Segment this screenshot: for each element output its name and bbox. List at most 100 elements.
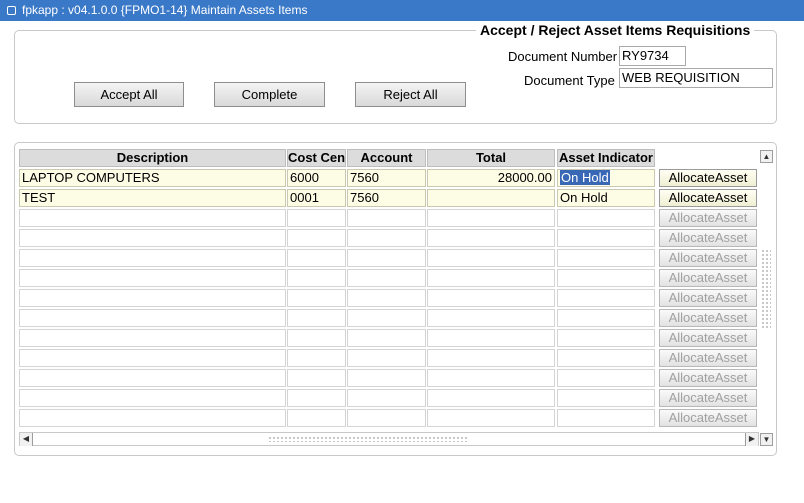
column-header-account: Account <box>347 149 426 167</box>
accept-all-button[interactable]: Accept All <box>74 82 184 107</box>
allocate-asset-button[interactable]: AllocateAsset <box>659 369 757 387</box>
cell-description[interactable] <box>19 369 286 387</box>
allocate-asset-button[interactable]: AllocateAsset <box>659 209 757 227</box>
cell-description[interactable] <box>19 289 286 307</box>
allocate-asset-button[interactable]: AllocateAsset <box>659 249 757 267</box>
cell-account[interactable] <box>347 289 426 307</box>
cell-asset-indicator[interactable] <box>557 349 655 367</box>
cell-asset-indicator[interactable] <box>557 249 655 267</box>
cell-cost-centre[interactable] <box>287 249 346 267</box>
cell-total[interactable] <box>427 329 555 347</box>
cell-total[interactable] <box>427 229 555 247</box>
allocate-asset-button[interactable]: AllocateAsset <box>659 329 757 347</box>
allocate-asset-button[interactable]: AllocateAsset <box>659 289 757 307</box>
cell-total[interactable] <box>427 249 555 267</box>
cell-cost-centre[interactable] <box>287 389 346 407</box>
cell-description[interactable] <box>19 209 286 227</box>
allocate-asset-button[interactable]: AllocateAsset <box>659 349 757 367</box>
cell-total[interactable] <box>427 369 555 387</box>
cell-asset-indicator[interactable] <box>557 209 655 227</box>
cell-asset-indicator[interactable] <box>557 369 655 387</box>
cell-cost-centre[interactable] <box>287 209 346 227</box>
cell-description[interactable] <box>19 349 286 367</box>
column-header-cost-centre: Cost Cen <box>287 149 346 167</box>
cell-description[interactable] <box>19 329 286 347</box>
cell-total[interactable] <box>427 409 555 427</box>
cell-account[interactable] <box>347 269 426 287</box>
cell-total[interactable] <box>427 309 555 327</box>
allocate-asset-button[interactable]: AllocateAsset <box>659 409 757 427</box>
cell-asset-indicator[interactable] <box>557 309 655 327</box>
reject-all-button[interactable]: Reject All <box>355 82 466 107</box>
window-title: fpkapp : v04.1.0.0 {FPMO1-14} Maintain A… <box>22 3 308 17</box>
cell-description[interactable] <box>19 269 286 287</box>
allocate-asset-button[interactable]: AllocateAsset <box>659 269 757 287</box>
cell-description[interactable]: TEST <box>19 189 286 207</box>
document-type-field[interactable]: WEB REQUISITION <box>619 68 773 88</box>
cell-account[interactable] <box>347 249 426 267</box>
cell-cost-centre[interactable] <box>287 329 346 347</box>
cell-cost-centre[interactable] <box>287 409 346 427</box>
vertical-scrollbar[interactable]: ▲ ▼ <box>760 149 774 448</box>
cell-description[interactable]: LAPTOP COMPUTERS <box>19 169 286 187</box>
cell-total[interactable]: 28000.00 <box>427 169 555 187</box>
cell-account[interactable] <box>347 409 426 427</box>
column-header-asset-indicator: Asset Indicator <box>557 149 655 167</box>
cell-description[interactable] <box>19 309 286 327</box>
cell-description[interactable] <box>19 229 286 247</box>
column-header-description: Description <box>19 149 286 167</box>
window-titlebar: fpkapp : v04.1.0.0 {FPMO1-14} Maintain A… <box>0 0 804 21</box>
cell-description[interactable] <box>19 249 286 267</box>
allocate-asset-button[interactable]: AllocateAsset <box>659 309 757 327</box>
cell-cost-centre[interactable] <box>287 289 346 307</box>
app-window-icon <box>7 6 16 15</box>
cell-total[interactable] <box>427 209 555 227</box>
cell-total[interactable] <box>427 269 555 287</box>
cell-total[interactable] <box>427 389 555 407</box>
cell-cost-centre[interactable] <box>287 229 346 247</box>
cell-asset-indicator[interactable]: On Hold <box>557 169 655 187</box>
cell-total[interactable] <box>427 349 555 367</box>
cell-asset-indicator[interactable]: On Hold <box>557 189 655 207</box>
allocate-asset-button[interactable]: AllocateAsset <box>659 389 757 407</box>
horizontal-scrollbar[interactable]: ◀ ▶ <box>19 432 759 446</box>
cell-account[interactable]: 7560 <box>347 169 426 187</box>
cell-total[interactable] <box>427 189 555 207</box>
allocate-asset-button[interactable]: AllocateAsset <box>659 229 757 247</box>
cell-cost-centre[interactable] <box>287 349 346 367</box>
scroll-left-icon[interactable]: ◀ <box>20 433 33 446</box>
scroll-down-icon[interactable]: ▼ <box>760 433 773 446</box>
cell-asset-indicator[interactable] <box>557 269 655 287</box>
cell-asset-indicator[interactable] <box>557 329 655 347</box>
hscroll-grip <box>268 436 468 442</box>
allocate-asset-button[interactable]: AllocateAsset <box>659 189 757 207</box>
complete-button[interactable]: Complete <box>214 82 325 107</box>
cell-description[interactable] <box>19 409 286 427</box>
cell-account[interactable] <box>347 309 426 327</box>
cell-cost-centre[interactable] <box>287 369 346 387</box>
cell-cost-centre[interactable]: 0001 <box>287 189 346 207</box>
cell-account[interactable] <box>347 209 426 227</box>
selected-text: On Hold <box>560 170 610 185</box>
cell-account[interactable] <box>347 349 426 367</box>
cell-account[interactable]: 7560 <box>347 189 426 207</box>
document-number-label: Document Number <box>508 49 618 64</box>
scroll-up-icon[interactable]: ▲ <box>760 150 773 163</box>
cell-cost-centre[interactable] <box>287 309 346 327</box>
cell-description[interactable] <box>19 389 286 407</box>
cell-asset-indicator[interactable] <box>557 229 655 247</box>
cell-asset-indicator[interactable] <box>557 389 655 407</box>
cell-account[interactable] <box>347 369 426 387</box>
cell-asset-indicator[interactable] <box>557 289 655 307</box>
cell-cost-centre[interactable] <box>287 269 346 287</box>
scroll-right-icon[interactable]: ▶ <box>745 433 758 446</box>
cell-account[interactable] <box>347 389 426 407</box>
document-number-field[interactable]: RY9734 <box>619 46 686 66</box>
document-type-label: Document Type <box>524 73 615 88</box>
cell-asset-indicator[interactable] <box>557 409 655 427</box>
cell-total[interactable] <box>427 289 555 307</box>
cell-cost-centre[interactable]: 6000 <box>287 169 346 187</box>
cell-account[interactable] <box>347 329 426 347</box>
cell-account[interactable] <box>347 229 426 247</box>
allocate-asset-button[interactable]: AllocateAsset <box>659 169 757 187</box>
